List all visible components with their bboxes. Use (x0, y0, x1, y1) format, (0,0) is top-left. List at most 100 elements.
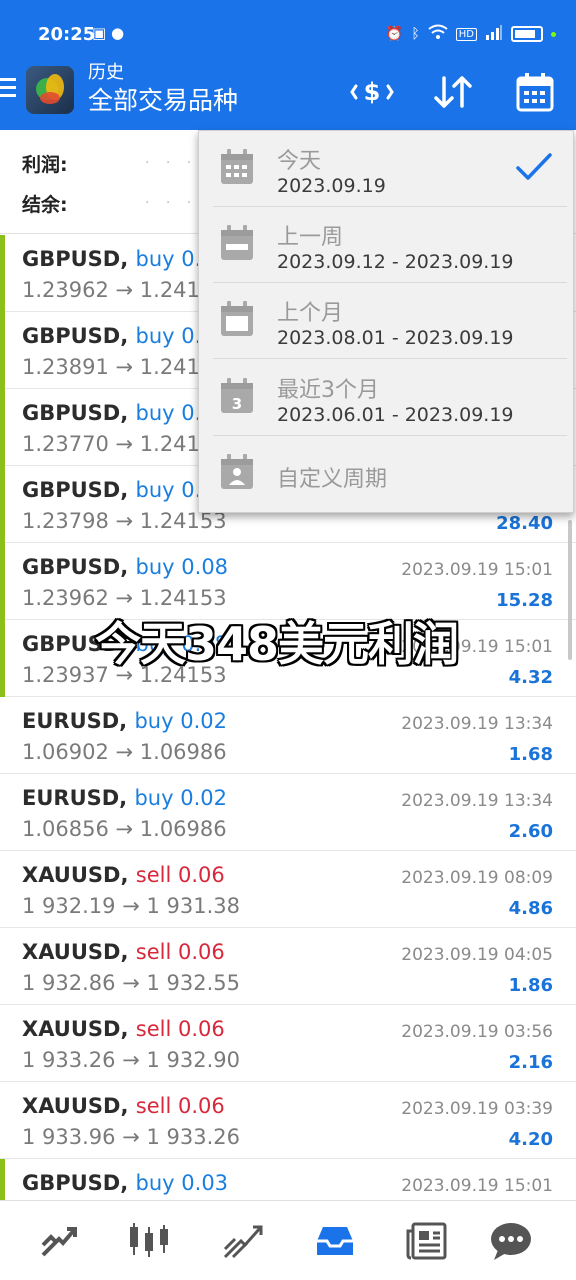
trade-symbol: GBPUSD, (22, 1171, 129, 1195)
calendar-custom-icon (219, 453, 255, 491)
balance-label: 结余: (22, 194, 68, 216)
profit-label: 利润: (22, 154, 68, 176)
trade-symbol-line: XAUUSD, sell 0.06 (22, 940, 225, 964)
menu-icon[interactable] (0, 78, 16, 100)
trade-side: buy 0.08 (135, 555, 229, 579)
trade-symbol: XAUUSD, (22, 940, 129, 964)
list-scrollbar[interactable] (568, 520, 572, 660)
trade-icon[interactable] (220, 1219, 266, 1263)
trade-prices: 1.06902 → 1.06986 (22, 740, 227, 764)
trade-side: sell 0.06 (135, 1094, 225, 1118)
trade-side: buy 0.02 (134, 709, 227, 733)
history-icon[interactable] (312, 1219, 358, 1263)
trade-datetime: 2023.09.19 15:01 (401, 560, 553, 580)
period-option[interactable]: 上一周 2023.09.12 - 2023.09.19 (199, 207, 573, 283)
calendar-week-icon (219, 224, 255, 262)
chat-icon[interactable] (488, 1219, 534, 1263)
position-open-bar (0, 466, 5, 543)
trade-row[interactable]: EURUSD, buy 0.02 1.06856 → 1.06986 2023.0… (0, 774, 576, 851)
trade-row[interactable]: EURUSD, buy 0.02 1.06902 → 1.06986 2023.0… (0, 697, 576, 774)
trade-prices: 1 932.86 → 1 932.55 (22, 971, 240, 995)
status-bar: 20:25 ▣ ● ⏰ ᛒ HD (0, 0, 576, 62)
period-range: 2023.09.12 - 2023.09.19 (277, 251, 514, 273)
trade-side: buy 0.02 (134, 786, 227, 810)
trade-symbol: EURUSD, (22, 709, 128, 733)
sort-icon[interactable] (432, 70, 474, 114)
wifi-icon (428, 24, 448, 44)
status-time: 20:25 (38, 24, 96, 45)
trade-profit: 28.40 (496, 513, 553, 534)
trade-side: sell 0.06 (135, 1017, 225, 1041)
calendar-icon[interactable] (514, 70, 556, 114)
quotes-icon[interactable] (36, 1219, 82, 1263)
check-icon (515, 151, 553, 183)
trade-profit: 4.86 (508, 898, 553, 919)
trade-profit: 1.86 (508, 975, 553, 996)
period-label: 今天 (277, 149, 322, 174)
svg-text:$: $ (364, 78, 381, 106)
app-logo (26, 66, 74, 114)
trade-datetime: 2023.09.19 15:01 (401, 1176, 553, 1196)
chart-icon[interactable] (126, 1219, 172, 1263)
period-option[interactable]: 今天 2023.09.19 (199, 131, 573, 207)
trade-symbol: GBPUSD, (22, 555, 129, 579)
trade-row[interactable]: XAUUSD, sell 0.06 1 932.86 → 1 932.55 202… (0, 928, 576, 1005)
period-label: 上一周 (277, 225, 344, 250)
toolbar-subtitle: 历史 (88, 62, 124, 83)
trade-symbol: GBPUSD, (22, 478, 129, 502)
position-open-bar (0, 312, 5, 389)
period-range: 2023.08.01 - 2023.09.19 (277, 327, 514, 349)
trade-prices: 1.23798 → 1.24153 (22, 509, 227, 533)
trade-symbol: XAUUSD, (22, 1094, 129, 1118)
trade-row[interactable]: XAUUSD, sell 0.06 1 933.96 → 1 933.26 202… (0, 1082, 576, 1159)
trade-datetime: 2023.09.19 08:09 (401, 868, 553, 888)
top-bar: 20:25 ▣ ● ⏰ ᛒ HD 历史 全部交易品种 $ (0, 0, 576, 130)
trade-row[interactable]: XAUUSD, sell 0.06 1 932.19 → 1 931.38 202… (0, 851, 576, 928)
period-label: 最近3个月 (277, 378, 379, 403)
trade-profit: 4.20 (508, 1129, 553, 1150)
trade-prices: 1 932.19 → 1 931.38 (22, 894, 240, 918)
trade-symbol-line: XAUUSD, sell 0.06 (22, 1017, 225, 1041)
status-left-icons: ▣ ● (92, 24, 124, 42)
position-open-bar (0, 620, 5, 697)
status-right-icons: ⏰ ᛒ HD (386, 24, 556, 44)
period-option[interactable]: 自定义周期 (199, 436, 573, 512)
period-menu: 今天 2023.09.19 上一周 2023.09.12 - 2023.09.19 … (198, 130, 574, 513)
toolbar-title[interactable]: 全部交易品种 (88, 84, 238, 118)
trade-symbol-line: GBPUSD, buy 0.08 (22, 555, 228, 579)
trade-symbol: GBPUSD, (22, 247, 129, 271)
svg-text:3: 3 (232, 395, 242, 413)
trade-prices: 1.06856 → 1.06986 (22, 817, 227, 841)
trade-prices: 1 933.26 → 1 932.90 (22, 1048, 240, 1072)
trade-side: sell 0.06 (135, 863, 225, 887)
trade-prices: 1.23891 → 1.24153 (22, 355, 227, 379)
hd-icon: HD (455, 27, 477, 41)
position-open-bar (0, 543, 5, 620)
news-icon[interactable] (404, 1219, 450, 1263)
trade-datetime: 2023.09.19 03:39 (401, 1099, 553, 1119)
trade-symbol-line: EURUSD, buy 0.02 (22, 786, 227, 810)
trade-profit: 2.60 (508, 821, 553, 842)
trade-profit: 15.28 (496, 590, 553, 611)
signal-icon (485, 24, 503, 44)
currency-icon[interactable]: $ (350, 70, 394, 114)
trade-row[interactable]: XAUUSD, sell 0.06 1 933.26 → 1 932.90 202… (0, 1005, 576, 1082)
bluetooth-icon: ᛒ (411, 26, 420, 42)
trade-prices: 1.23962 → 1.24153 (22, 278, 227, 302)
trade-symbol-line: XAUUSD, sell 0.06 (22, 863, 225, 887)
toolbar-title-block: 历史 全部交易品种 (88, 62, 238, 118)
period-label: 上个月 (277, 301, 344, 326)
menu-divider (213, 358, 567, 359)
trade-symbol: GBPUSD, (22, 401, 129, 425)
video-caption: 今天348美元利润 (95, 617, 459, 671)
wechat-icon: ● (110, 24, 125, 42)
bottom-nav (0, 1200, 576, 1280)
calendar-3-months-icon: 3 (219, 377, 255, 415)
alarm-icon: ⏰ (385, 26, 404, 42)
period-option[interactable]: 上个月 2023.08.01 - 2023.09.19 (199, 283, 573, 359)
trade-prices: 1.23770 → 1.24153 (22, 432, 227, 456)
trade-symbol: GBPUSD, (22, 324, 129, 348)
period-option[interactable]: 3 最近3个月 2023.06.01 - 2023.09.19 (199, 360, 573, 436)
trade-prices: 1 933.96 → 1 933.26 (22, 1125, 240, 1149)
trade-symbol: XAUUSD, (22, 863, 129, 887)
